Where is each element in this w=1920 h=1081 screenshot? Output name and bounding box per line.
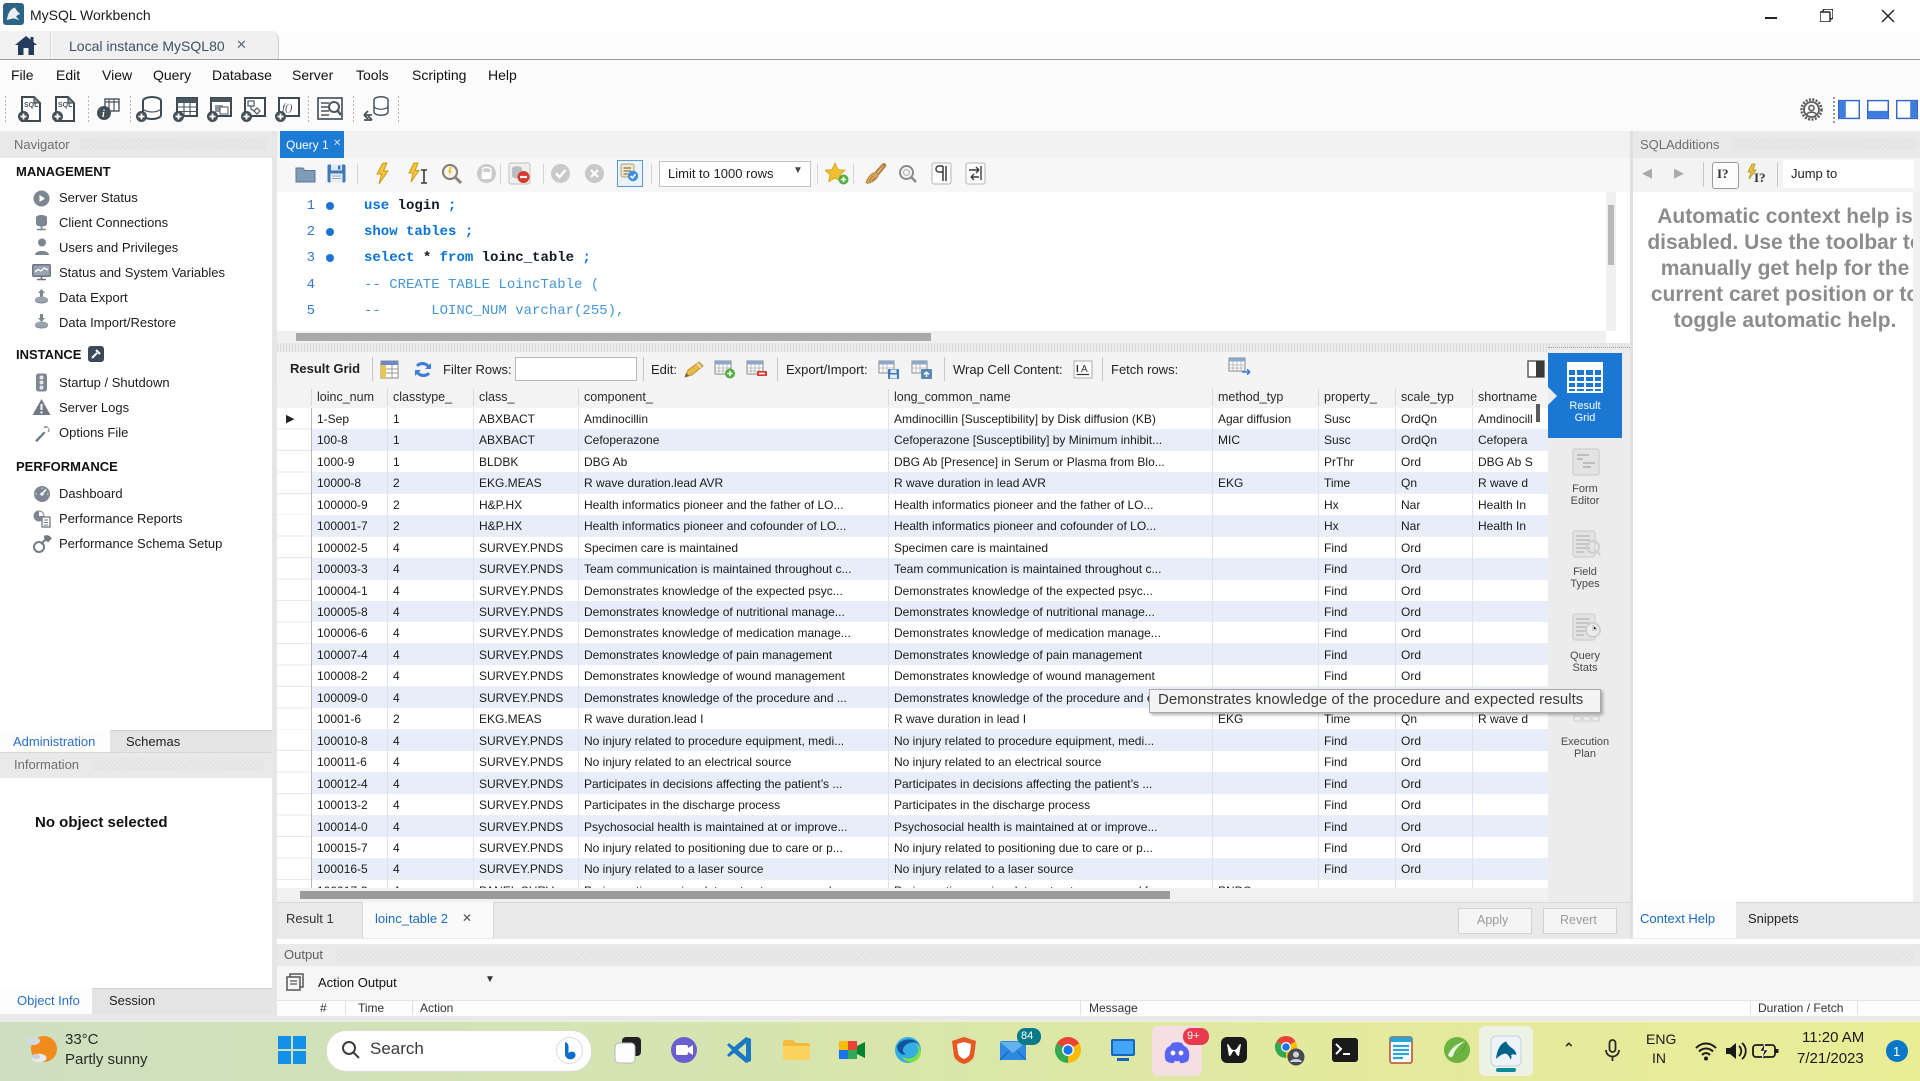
svg-text:I: I bbox=[1076, 364, 1079, 375]
svg-text:SQL: SQL bbox=[24, 102, 39, 109]
svg-text:A: A bbox=[1081, 364, 1088, 375]
svg-text:i: i bbox=[102, 109, 105, 120]
svg-text:I?: I? bbox=[1754, 170, 1766, 185]
svg-text:SQL: SQL bbox=[58, 102, 73, 109]
